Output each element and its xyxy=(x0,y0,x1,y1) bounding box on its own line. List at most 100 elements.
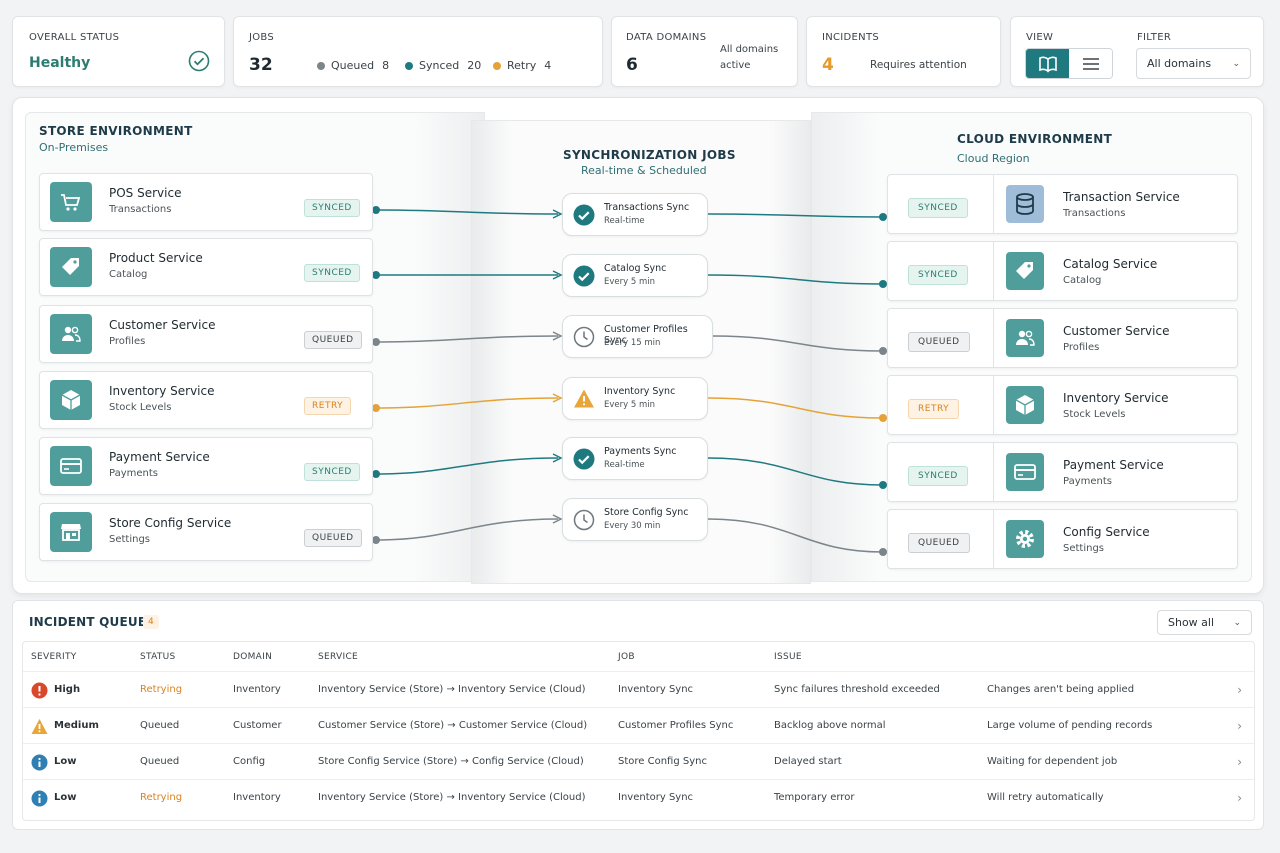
cart-icon xyxy=(61,194,81,211)
users-icon xyxy=(62,326,81,342)
check-circle-icon xyxy=(188,50,210,72)
cell-severity: Low xyxy=(54,792,77,803)
jobs-total: 32 xyxy=(249,55,273,75)
users-icon xyxy=(1016,330,1035,346)
status-badge: QUEUED xyxy=(304,529,362,547)
status-badge: SYNCED xyxy=(304,264,360,282)
cell-job: Inventory Sync xyxy=(618,792,694,803)
sync-job-card[interactable]: Customer Profiles Sync Every 15 min xyxy=(562,315,713,358)
link-dot-cloud xyxy=(879,213,887,221)
database-icon xyxy=(1016,193,1034,215)
view-label: VIEW xyxy=(1026,32,1054,43)
cloud-service-card[interactable]: SYNCED Transaction Service Transactions xyxy=(887,174,1238,234)
cloud-service-card[interactable]: QUEUED Config Service Settings xyxy=(887,509,1238,569)
box-icon-box xyxy=(1006,386,1044,424)
cloud-service-card[interactable]: QUEUED Customer Service Profiles xyxy=(887,308,1238,368)
book-icon xyxy=(1038,56,1057,72)
incident-row[interactable]: Low Queued Config Store Config Service (Sto… xyxy=(23,743,1254,779)
status-badge: QUEUED xyxy=(908,533,970,553)
jobs-label: JOBS xyxy=(249,32,275,43)
service-name: Store Config Service xyxy=(109,516,232,530)
users-icon-box xyxy=(1006,319,1044,357)
filter-dropdown[interactable]: All domains ⌄ xyxy=(1136,48,1251,79)
link-store-to-job xyxy=(375,335,559,343)
link-job-to-cloud xyxy=(712,335,884,352)
sync-book-diagram: STORE ENVIRONMENT On-Premises SYNCHRONIZ… xyxy=(12,97,1264,594)
severity-icon-wrap xyxy=(31,682,48,699)
cloud-service-card[interactable]: SYNCED Catalog Service Catalog xyxy=(887,241,1238,301)
cell-job: Store Config Sync xyxy=(618,756,707,767)
store-service-card[interactable]: Store Config Service Settings QUEUED xyxy=(39,503,373,561)
service-subtitle: Stock Levels xyxy=(109,402,172,413)
sync-job-card[interactable]: Transactions Sync Real-time xyxy=(562,193,708,236)
store-service-card[interactable]: Customer Service Profiles QUEUED xyxy=(39,305,373,363)
sync-job-card[interactable]: Inventory Sync Every 5 min xyxy=(562,377,708,420)
service-subtitle: Catalog xyxy=(109,269,148,280)
chevron-right-icon[interactable]: › xyxy=(1237,719,1242,733)
overall-status-label: OVERALL STATUS xyxy=(29,32,120,43)
list-view-button[interactable] xyxy=(1069,49,1112,78)
card-icon-box xyxy=(1006,453,1044,491)
cell-service: Customer Service (Store) → Customer Serv… xyxy=(318,720,588,731)
job-schedule: Every 15 min xyxy=(604,338,661,348)
cloud-service-card[interactable]: SYNCED Payment Service Payments xyxy=(887,442,1238,502)
card-divider xyxy=(993,376,994,434)
chevron-right-icon[interactable]: › xyxy=(1237,683,1242,697)
incident-queue-panel: INCIDENT QUEUE 4 Show all ⌄ SEVERITY STAT… xyxy=(12,600,1264,830)
show-all-dropdown[interactable]: Show all ⌄ xyxy=(1157,610,1252,635)
check-icon xyxy=(573,448,595,470)
card-divider xyxy=(993,309,994,367)
chevron-right-icon[interactable]: › xyxy=(1237,791,1242,805)
incidents-value: 4 xyxy=(822,55,834,75)
store-service-card[interactable]: Product Service Catalog SYNCED xyxy=(39,238,373,296)
cell-domain: Inventory xyxy=(233,684,281,695)
job-name: Transactions Sync xyxy=(604,202,690,213)
warning-icon xyxy=(31,719,48,734)
jobs-queued: Queued 8 xyxy=(317,59,389,72)
cell-issue: Backlog above normal xyxy=(774,720,886,731)
link-dot-cloud xyxy=(879,414,887,422)
store-service-card[interactable]: POS Service Transactions SYNCED xyxy=(39,173,373,231)
link-dot-store xyxy=(372,536,380,544)
incident-row[interactable]: High Retrying Inventory Inventory Service (… xyxy=(23,671,1254,707)
cell-detail: Large volume of pending records xyxy=(987,720,1153,731)
link-dot-store xyxy=(372,271,380,279)
incident-count-badge: 4 xyxy=(143,615,159,629)
cloud-service-card[interactable]: RETRY Inventory Service Stock Levels xyxy=(887,375,1238,435)
cell-severity: High xyxy=(54,684,81,695)
overall-status-value: Healthy xyxy=(29,55,91,71)
book-view-button[interactable] xyxy=(1026,49,1069,78)
card-divider xyxy=(993,242,994,300)
sync-job-card[interactable]: Store Config Sync Every 30 min xyxy=(562,498,708,541)
incident-row[interactable]: Low Retrying Inventory Inventory Service (S… xyxy=(23,779,1254,815)
filter-label: FILTER xyxy=(1137,32,1172,43)
check-icon xyxy=(573,204,595,226)
sync-job-card[interactable]: Catalog Sync Every 5 min xyxy=(562,254,708,297)
show-all-value: Show all xyxy=(1168,616,1215,629)
card-icon-box xyxy=(50,446,92,486)
status-badge: SYNCED xyxy=(908,198,968,218)
store-service-card[interactable]: Payment Service Payments SYNCED xyxy=(39,437,373,495)
sync-job-card[interactable]: Payments Sync Real-time xyxy=(562,437,708,480)
service-subtitle: Settings xyxy=(1063,543,1105,554)
cell-detail: Changes aren't being applied xyxy=(987,684,1135,695)
service-subtitle: Payments xyxy=(1063,476,1112,487)
link-job-to-cloud xyxy=(707,397,884,419)
status-badge: RETRY xyxy=(304,397,352,415)
header-severity: SEVERITY xyxy=(31,652,77,662)
data-domains-note: All domains active xyxy=(720,42,778,74)
job-name: Inventory Sync xyxy=(604,386,676,397)
jobs-synced: Synced 20 xyxy=(405,59,481,72)
retry-label: Retry xyxy=(507,59,537,72)
cell-issue: Sync failures threshold exceeded xyxy=(774,684,940,695)
chevron-right-icon[interactable]: › xyxy=(1237,755,1242,769)
link-dot-store xyxy=(372,206,380,214)
data-domains-note-2: active xyxy=(720,60,751,71)
cell-issue: Delayed start xyxy=(774,756,842,767)
incident-row[interactable]: Medium Queued Customer Customer Service (St… xyxy=(23,707,1254,743)
jobs-retry: Retry 4 xyxy=(493,59,551,72)
clock-status xyxy=(573,509,595,531)
link-store-to-job xyxy=(375,209,559,215)
incidents-label: INCIDENTS xyxy=(822,32,880,43)
store-service-card[interactable]: Inventory Service Stock Levels RETRY xyxy=(39,371,373,429)
